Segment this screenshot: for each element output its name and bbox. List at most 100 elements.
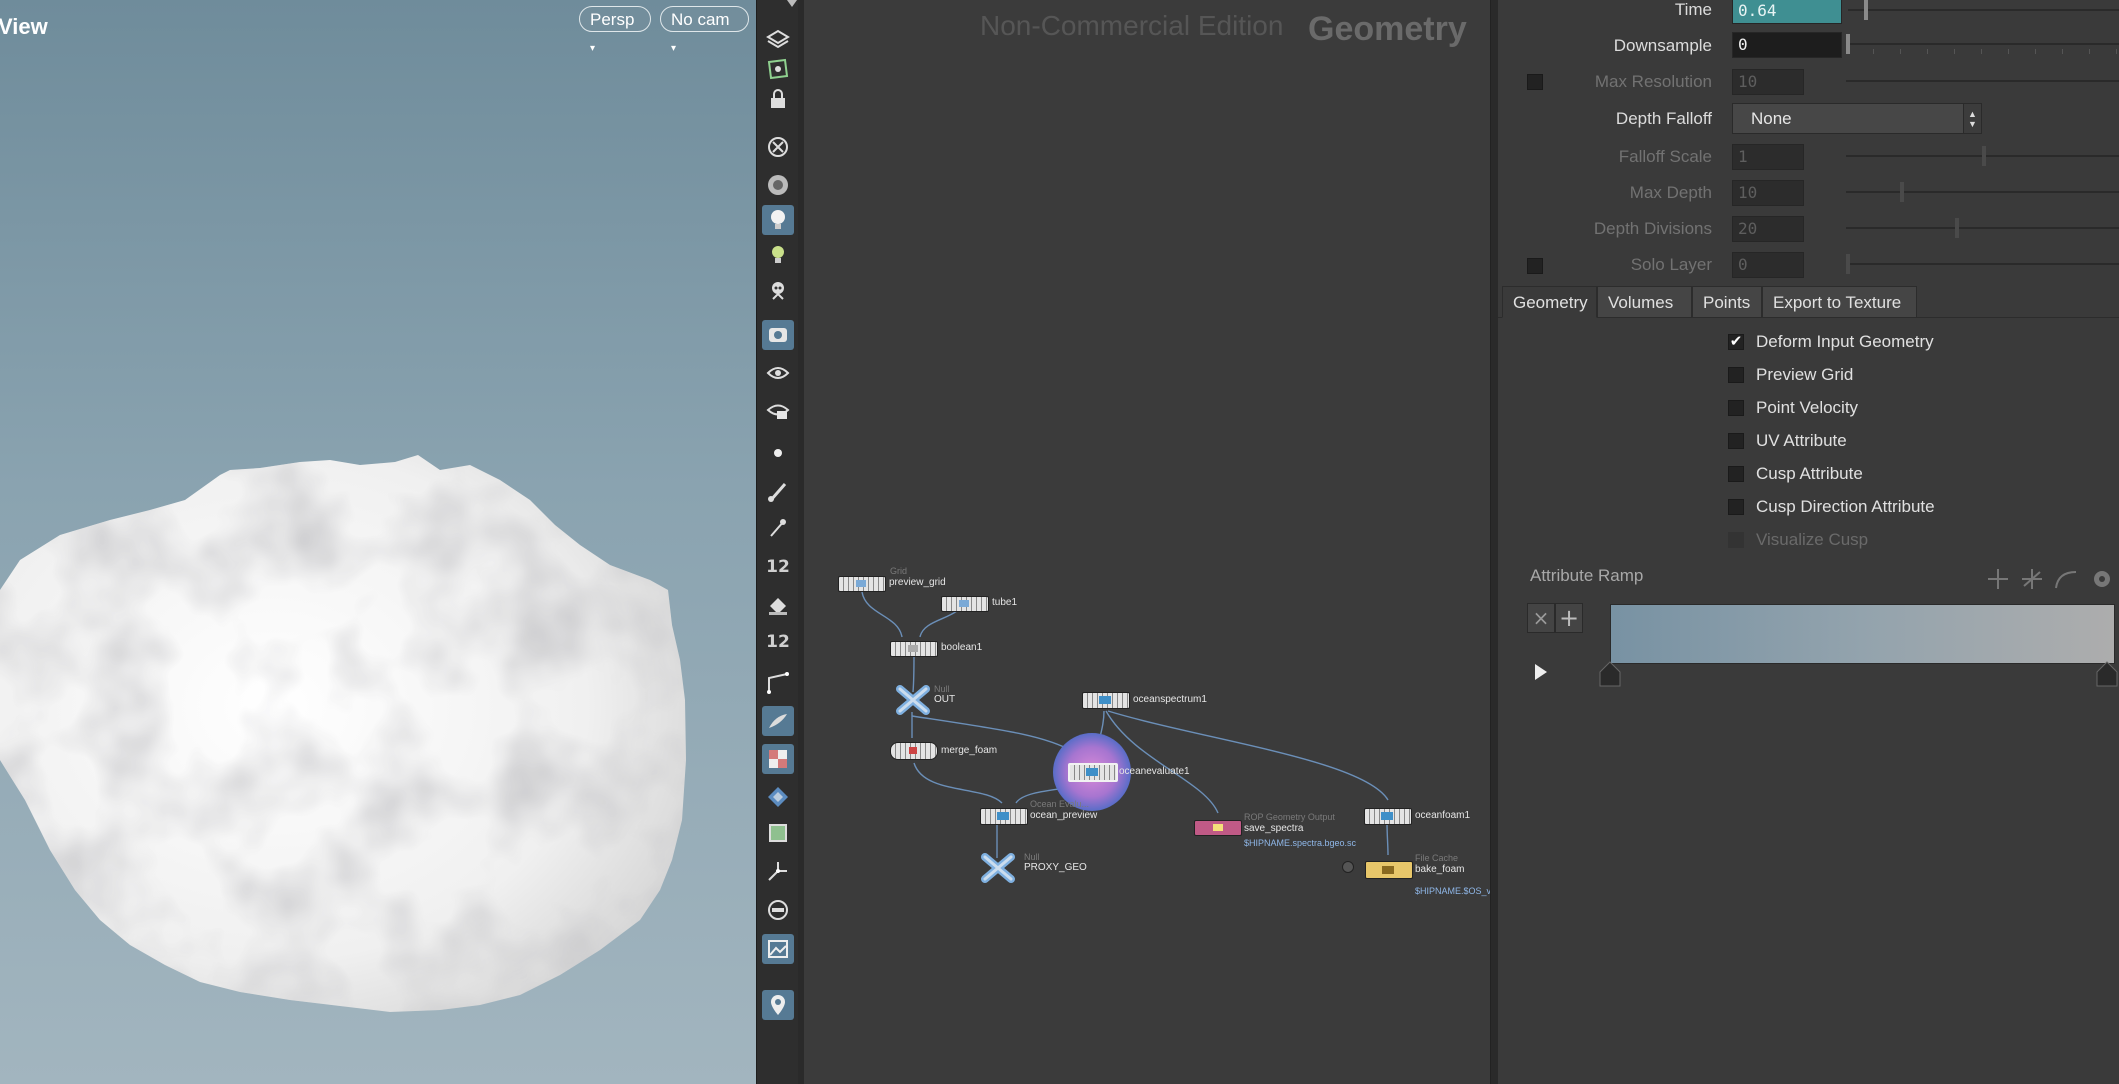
checker-icon[interactable] bbox=[762, 744, 794, 774]
downsample-label: Downsample bbox=[1613, 36, 1712, 55]
downsample-slider[interactable] bbox=[1846, 32, 2119, 58]
pin-icon[interactable] bbox=[762, 990, 794, 1020]
cusp-attribute-row[interactable]: Cusp Attribute bbox=[1728, 463, 1863, 485]
linear-icon[interactable] bbox=[762, 895, 794, 925]
ramp-delete-button[interactable]: × bbox=[1527, 603, 1555, 633]
tab-points[interactable]: Points bbox=[1692, 286, 1762, 318]
node-proxy-geo[interactable] bbox=[981, 853, 1015, 883]
depth-falloff-dropdown[interactable]: None ▲ ▼ bbox=[1732, 103, 1982, 134]
tab-export-to-texture[interactable]: Export to Texture bbox=[1762, 286, 1917, 318]
number-12-icon[interactable]: 12 bbox=[762, 552, 794, 582]
preview-grid-checkbox[interactable] bbox=[1728, 367, 1744, 383]
time-slider[interactable] bbox=[1848, 0, 2119, 24]
plus-icon: + bbox=[1558, 604, 1580, 632]
cusp-direction-attribute-label: Cusp Direction Attribute bbox=[1756, 497, 1935, 516]
perspective-menu-button[interactable]: Persp ▾ bbox=[579, 6, 651, 54]
ramp-key-handle[interactable] bbox=[1598, 660, 1622, 688]
ramp-play-icon[interactable] bbox=[1535, 664, 1547, 680]
lights-icon[interactable] bbox=[762, 205, 794, 235]
deform-input-geometry-checkbox[interactable]: ✔ bbox=[1728, 334, 1744, 350]
node-name-label: merge_foam bbox=[941, 745, 998, 756]
node-ocean-preview[interactable] bbox=[980, 808, 1028, 825]
camera-menu-button[interactable]: No cam ▾ bbox=[660, 6, 749, 54]
attribute-ramp-label: Attribute Ramp bbox=[1530, 566, 1644, 585]
max-resolution-slider[interactable] bbox=[1846, 69, 2119, 95]
point-velocity-checkbox[interactable] bbox=[1728, 400, 1744, 416]
brush-icon[interactable] bbox=[762, 476, 794, 506]
ghost-geometry-icon[interactable] bbox=[762, 22, 794, 52]
headlight-icon[interactable] bbox=[762, 240, 794, 270]
paint-bucket-icon[interactable] bbox=[762, 590, 794, 620]
node-preview-grid[interactable] bbox=[838, 576, 886, 592]
node-name-label: oceanfoam1 bbox=[1415, 810, 1471, 821]
bypass-flag-icon[interactable] bbox=[1342, 861, 1354, 873]
node-type-label: Null bbox=[1024, 852, 1040, 862]
time-field[interactable]: 0.64 bbox=[1732, 0, 1842, 24]
falloff-scale-slider[interactable] bbox=[1846, 144, 2119, 170]
node-save-spectra[interactable] bbox=[1194, 820, 1242, 836]
depth-falloff-label: Depth Falloff bbox=[1615, 109, 1712, 128]
node-boolean1[interactable] bbox=[890, 641, 938, 657]
deform-input-geometry-row[interactable]: ✔ Deform Input Geometry bbox=[1728, 331, 1934, 353]
solo-layer-slider[interactable] bbox=[1846, 252, 2119, 278]
tab-volumes[interactable]: Volumes bbox=[1597, 286, 1692, 318]
template-icon[interactable] bbox=[762, 54, 794, 84]
display-options-icon[interactable] bbox=[762, 170, 794, 200]
max-depth-field[interactable]: 10 bbox=[1732, 180, 1804, 206]
node-oceanspectrum1[interactable] bbox=[1082, 692, 1130, 709]
cusp-direction-attribute-checkbox[interactable] bbox=[1728, 499, 1744, 515]
handle-icon[interactable] bbox=[762, 856, 794, 886]
box-icon[interactable] bbox=[762, 818, 794, 848]
viewport-title: View bbox=[0, 14, 48, 39]
node-oceanevaluate1[interactable] bbox=[1068, 763, 1118, 782]
preview-grid-row[interactable]: Preview Grid bbox=[1728, 364, 1853, 386]
falloff-scale-field[interactable]: 1 bbox=[1732, 144, 1804, 170]
depth-divisions-slider[interactable] bbox=[1846, 216, 2119, 242]
node-output-path: $HIPNAME.spectra.bgeo.sc bbox=[1244, 838, 1357, 848]
diamond-icon[interactable] bbox=[762, 782, 794, 812]
ramp-add-button[interactable]: + bbox=[1555, 603, 1583, 633]
pen-icon[interactable] bbox=[762, 513, 794, 543]
node-bake-foam[interactable] bbox=[1365, 861, 1413, 879]
point-velocity-row[interactable]: Point Velocity bbox=[1728, 397, 1858, 419]
number-12-alt-icon[interactable]: 12 bbox=[762, 627, 794, 657]
ramp-key-handle[interactable] bbox=[2095, 660, 2119, 688]
deform-input-geometry-label: Deform Input Geometry bbox=[1756, 332, 1934, 351]
chevron-down-icon: ▾ bbox=[671, 43, 677, 54]
cusp-direction-attribute-row[interactable]: Cusp Direction Attribute bbox=[1728, 496, 1935, 518]
node-type-label: File Cache bbox=[1415, 853, 1459, 863]
uv-attribute-checkbox[interactable] bbox=[1728, 433, 1744, 449]
network-editor[interactable]: Non-Commercial Edition Geometry Grid pre… bbox=[804, 0, 1490, 1084]
camera-view-icon[interactable] bbox=[762, 320, 794, 350]
node-merge-foam[interactable] bbox=[890, 742, 938, 760]
image-icon[interactable] bbox=[762, 934, 794, 964]
cusp-attribute-checkbox[interactable] bbox=[1728, 466, 1744, 482]
node-wires bbox=[861, 591, 1389, 858]
lock-icon[interactable] bbox=[762, 84, 794, 114]
toolbar-arrow-icon[interactable] bbox=[787, 0, 797, 7]
no-snap-icon[interactable] bbox=[762, 132, 794, 162]
downsample-field[interactable]: 0 bbox=[1732, 32, 1842, 58]
node-oceanfoam1[interactable] bbox=[1364, 808, 1412, 825]
node-out[interactable] bbox=[896, 685, 930, 715]
uv-attribute-row[interactable]: UV Attribute bbox=[1728, 430, 1847, 452]
max-resolution-field[interactable]: 10 bbox=[1732, 69, 1804, 95]
depth-divisions-field[interactable]: 20 bbox=[1732, 216, 1804, 242]
skeleton-icon[interactable] bbox=[762, 277, 794, 307]
max-depth-slider[interactable] bbox=[1846, 180, 2119, 206]
point-velocity-label: Point Velocity bbox=[1756, 398, 1859, 417]
cusp-attribute-label: Cusp Attribute bbox=[1756, 464, 1863, 483]
flipbook-icon[interactable] bbox=[762, 395, 794, 425]
node-name-label: oceanspectrum1 bbox=[1133, 694, 1207, 705]
node-tube1[interactable] bbox=[941, 596, 989, 612]
scene-viewport[interactable]: View Persp ▾ No cam ▾ bbox=[0, 0, 756, 1084]
point-icon[interactable] bbox=[762, 438, 794, 468]
curve-icon[interactable] bbox=[762, 668, 794, 698]
attribute-ramp-gradient[interactable] bbox=[1610, 604, 2115, 664]
sculpt-icon[interactable] bbox=[762, 706, 794, 736]
tab-geometry[interactable]: Geometry bbox=[1502, 286, 1597, 318]
visualize-cusp-label: Visualize Cusp bbox=[1756, 530, 1869, 549]
dropdown-arrows-icon: ▲ ▼ bbox=[1963, 104, 1981, 133]
eye-icon[interactable] bbox=[762, 358, 794, 388]
solo-layer-field[interactable]: 0 bbox=[1732, 252, 1804, 278]
